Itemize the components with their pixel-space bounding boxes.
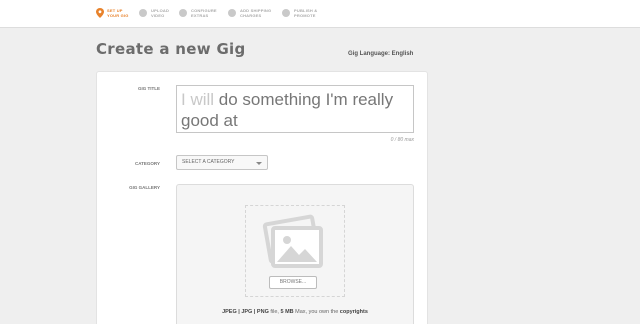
category-select[interactable]: SELECT A CATEGORY: [176, 155, 268, 170]
caret-down-icon: [256, 162, 262, 165]
step-upload-video[interactable]: UPLOAD VIDEO: [139, 8, 169, 18]
step-label: SET UP YOUR GIG: [107, 8, 129, 18]
step-setup-gig[interactable]: SET UP YOUR GIG: [96, 8, 129, 18]
browse-button[interactable]: BROWSE...: [269, 276, 317, 289]
step-dot-icon: [282, 9, 290, 17]
page-title: Create a new Gig: [96, 40, 246, 58]
step-dot-icon: [228, 9, 236, 17]
step-add-shipping[interactable]: ADD SHIPPING CHARGES: [228, 8, 271, 18]
gig-language: Gig Language: English: [348, 51, 414, 57]
upload-requirements: JPEG | JPG | PNG file, 5 MB Max, you own…: [222, 309, 368, 315]
photo-placeholder-icon: [262, 214, 323, 268]
progress-topbar: SET UP YOUR GIG UPLOAD VIDEO CONFIGURE EXTR…: [0, 0, 640, 28]
title-char-counter: 0 / 80 max: [390, 137, 414, 143]
step-label: CONFIGURE EXTRAS: [191, 8, 217, 18]
gig-title-input[interactable]: I will do something I'm really good at: [176, 85, 414, 133]
step-dot-icon: [179, 9, 187, 17]
step-label: ADD SHIPPING CHARGES: [240, 8, 272, 18]
category-select-value: SELECT A CATEGORY: [182, 159, 235, 165]
category-label: CATEGORY: [134, 161, 160, 166]
title-prefix: I will: [181, 90, 215, 109]
step-dot-icon: [139, 9, 147, 17]
gig-title-label: GIG TITLE: [138, 86, 160, 91]
gig-gallery-label: GIG GALLERY: [129, 185, 160, 190]
step-publish-promote[interactable]: PUBLISH & PROMOTE: [282, 8, 317, 18]
step-label: UPLOAD VIDEO: [151, 8, 170, 18]
map-pin-icon: [96, 8, 104, 18]
step-configure-extras[interactable]: CONFIGURE EXTRAS: [179, 8, 217, 18]
step-label: PUBLISH & PROMOTE: [294, 8, 318, 18]
